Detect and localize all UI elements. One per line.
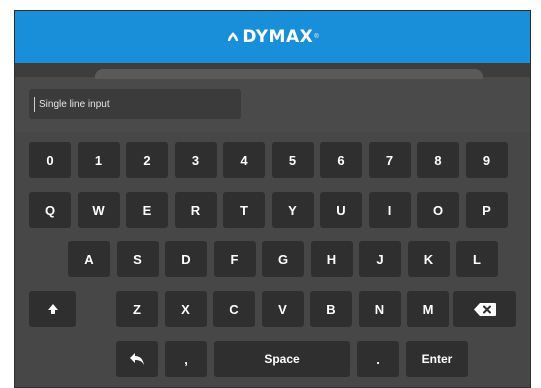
key-label: D (181, 251, 191, 267)
key-m[interactable]: M (407, 291, 449, 327)
key-t[interactable]: T (223, 192, 265, 228)
key-q[interactable]: Q (29, 192, 71, 228)
key-label: 0 (46, 152, 54, 168)
key-f[interactable]: F (213, 241, 256, 277)
brand-name: DYMAX (242, 27, 314, 47)
key-label: 7 (385, 152, 394, 168)
key-i[interactable]: I (368, 192, 411, 228)
key-g[interactable]: G (262, 241, 304, 277)
key-label: B (326, 301, 336, 317)
key-label: F (230, 251, 239, 267)
text-caret (34, 96, 35, 112)
key-h[interactable]: H (310, 241, 353, 277)
period-key[interactable]: . (357, 341, 399, 377)
key-w[interactable]: W (77, 192, 120, 228)
key-1[interactable]: 1 (77, 142, 120, 178)
key-label: P (482, 202, 491, 218)
key-p[interactable]: P (465, 192, 508, 228)
key-label: 1 (94, 152, 103, 168)
key-label: I (387, 202, 392, 218)
key-n[interactable]: N (358, 291, 401, 327)
enter-key[interactable]: Enter (406, 341, 468, 377)
key-label: E (142, 202, 152, 218)
key-label: M (422, 301, 434, 317)
key-j[interactable]: J (359, 241, 401, 277)
key-5[interactable]: 5 (271, 142, 314, 178)
brand-registered-mark: ® (314, 34, 319, 40)
key-label: J (376, 251, 384, 267)
dymax-logo-icon (226, 30, 240, 44)
key-s[interactable]: S (116, 241, 159, 277)
key-label: 4 (240, 152, 248, 168)
key-label: O (432, 202, 444, 218)
backspace-icon (473, 302, 496, 316)
shift-key[interactable] (29, 291, 76, 327)
comma-label: , (184, 351, 188, 367)
shift-up-arrow-icon (47, 303, 59, 315)
key-label: X (181, 301, 190, 317)
key-4[interactable]: 4 (223, 142, 265, 178)
key-z[interactable]: Z (116, 291, 158, 327)
period-label: . (376, 351, 380, 367)
key-label: T (240, 202, 248, 218)
key-6[interactable]: 6 (320, 142, 362, 178)
key-label: Z (133, 301, 141, 317)
key-9[interactable]: 9 (465, 142, 508, 178)
key-r[interactable]: R (174, 192, 217, 228)
key-7[interactable]: 7 (368, 142, 411, 178)
key-0[interactable]: 0 (29, 142, 71, 178)
key-label: 9 (482, 152, 491, 168)
key-label: G (277, 251, 289, 267)
key-label: U (336, 202, 346, 218)
single-line-input[interactable]: Single line input (29, 89, 241, 119)
keyboard-window: DYMAX ® Single line input 0123456789 QWE… (14, 10, 531, 388)
key-2[interactable]: 2 (126, 142, 168, 178)
key-label: R (190, 202, 201, 218)
key-label: K (423, 251, 434, 267)
header-bar: DYMAX ® (15, 11, 530, 63)
space-label: Space (264, 352, 300, 366)
key-label: 5 (288, 152, 297, 168)
key-o[interactable]: O (417, 192, 459, 228)
comma-key[interactable]: , (165, 341, 207, 377)
key-label: H (326, 251, 337, 267)
key-a[interactable]: A (68, 241, 110, 277)
key-label: Q (44, 202, 56, 218)
dymax-logo: DYMAX ® (226, 27, 319, 47)
key-label: 8 (434, 152, 442, 168)
key-label: Y (288, 202, 297, 218)
key-3[interactable]: 3 (174, 142, 217, 178)
key-u[interactable]: U (320, 192, 362, 228)
key-label: C (229, 301, 239, 317)
key-label: N (374, 301, 385, 317)
backspace-key[interactable] (453, 291, 516, 327)
key-k[interactable]: K (407, 241, 450, 277)
input-placeholder: Single line input (39, 98, 110, 110)
key-e[interactable]: E (126, 192, 168, 228)
key-label: 3 (191, 152, 200, 168)
top-tab-handle (95, 69, 483, 79)
key-8[interactable]: 8 (417, 142, 459, 178)
back-key[interactable] (116, 341, 158, 377)
return-back-icon (129, 352, 145, 366)
key-label: V (278, 301, 287, 317)
key-label: W (92, 202, 105, 218)
enter-label: Enter (421, 352, 453, 366)
key-c[interactable]: C (213, 291, 255, 327)
key-x[interactable]: X (164, 291, 207, 327)
key-l[interactable]: L (456, 241, 498, 277)
key-label: L (473, 251, 481, 267)
key-label: S (133, 251, 142, 267)
key-label: A (84, 251, 94, 267)
key-b[interactable]: B (310, 291, 352, 327)
key-label: 6 (337, 152, 345, 168)
key-v[interactable]: V (261, 291, 304, 327)
key-d[interactable]: D (165, 241, 207, 277)
space-key[interactable]: Space (214, 341, 350, 377)
key-label: 2 (143, 152, 151, 168)
key-y[interactable]: Y (271, 192, 314, 228)
